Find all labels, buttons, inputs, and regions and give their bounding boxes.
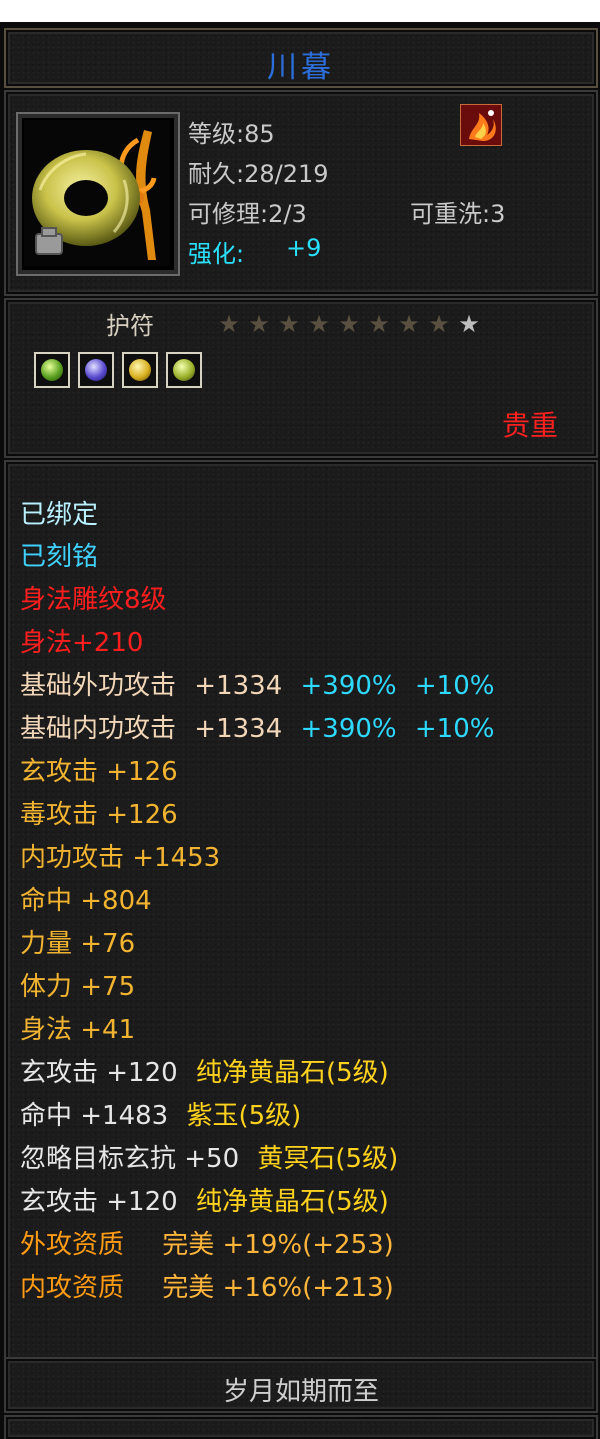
enhance-label: 强化:	[188, 240, 245, 268]
star-icon: ★	[278, 310, 300, 338]
gem-row-3: 忽略目标玄抗 +50 黄冥石(5级)	[20, 1138, 398, 1175]
ext-attack-pct: +390%	[300, 671, 397, 701]
int-quality-value: 完美 +16%(+213)	[162, 1273, 394, 1303]
bound-status: 已绑定	[20, 500, 99, 530]
star-icon: ★	[338, 310, 360, 338]
item-info-panel: 等级:85 耐久:28/219 可修理:2/3 可重洗:3 强化: +9	[4, 90, 598, 296]
inner-attack: 内功攻击 +1453	[20, 843, 221, 873]
flame-emblem-icon	[460, 104, 502, 146]
ext-quality-row: 外攻资质 完美 +19%(+253)	[20, 1224, 394, 1261]
gem-slots	[34, 352, 210, 392]
green-gem-icon[interactable]	[34, 352, 70, 388]
int-attack-pct2: +10%	[414, 714, 495, 744]
ext-quality-label: 外攻资质	[20, 1230, 125, 1260]
repair-text: 可修理:2/3	[188, 200, 307, 228]
item-type-label: 护符	[106, 312, 154, 340]
footer-panel: 岁月如期而至	[4, 1357, 598, 1413]
gem-row-1: 玄攻击 +120 纯净黄晶石(5级)	[20, 1052, 389, 1089]
attributes-panel: 已绑定 已刻铭 身法雕纹8级 身法+210 基础外功攻击 +1334 +390%…	[4, 460, 598, 1390]
engraved-status: 已刻铭	[20, 542, 99, 572]
gem1-stat: 玄攻击 +120	[20, 1058, 178, 1088]
gem4-name: 纯净黄晶石(5级)	[195, 1187, 389, 1217]
gem3-name: 黄冥石(5级)	[257, 1144, 399, 1174]
int-attack-pct: +390%	[300, 714, 397, 744]
purple-gem-icon[interactable]	[78, 352, 114, 388]
star-icon: ★	[428, 310, 450, 338]
jade-ring-amulet-icon[interactable]	[16, 112, 180, 276]
star-gem-panel: 护符 ★ ★ ★ ★ ★ ★ ★ ★ ★ 贵重	[4, 298, 598, 458]
stamina-stat: 体力 +75	[20, 972, 136, 1002]
item-flavor-text: 岁月如期而至	[222, 1377, 379, 1407]
int-quality-row: 内攻资质 完美 +16%(+213)	[20, 1267, 394, 1304]
item-tooltip: 川暮 等级:85 耐久:28/219 可修理:2/3 可重洗:3 强化: +9 …	[0, 22, 600, 1439]
star-rating: ★ ★ ★ ★ ★ ★ ★ ★ ★	[214, 310, 484, 338]
star-icon: ★	[308, 310, 330, 338]
level-text: 等级:85	[188, 120, 275, 148]
agility-stat: 身法 +41	[20, 1015, 136, 1045]
green-gem-icon[interactable]	[166, 352, 202, 388]
gem4-stat: 玄攻击 +120	[20, 1187, 178, 1217]
enhance-value: +9	[286, 234, 322, 262]
gem2-name: 紫玉(5级)	[186, 1101, 302, 1131]
carving-bonus: 身法+210	[20, 628, 144, 658]
star-icon: ★	[218, 310, 240, 338]
rewash-text: 可重洗:3	[410, 200, 506, 228]
gem-row-2: 命中 +1483 紫玉(5级)	[20, 1095, 301, 1132]
ext-attack-row: 基础外功攻击 +1334 +390% +10%	[20, 665, 494, 702]
poison-attack: 毒攻击 +126	[20, 800, 178, 830]
hit-stat: 命中 +804	[20, 886, 152, 916]
star-icon: ★	[398, 310, 420, 338]
ext-quality-value: 完美 +19%(+253)	[162, 1230, 394, 1260]
ext-attack-label: 基础外功攻击	[20, 671, 177, 701]
int-quality-label: 内攻资质	[20, 1273, 125, 1303]
star-icon: ★	[368, 310, 390, 338]
gem2-stat: 命中 +1483	[20, 1101, 169, 1131]
gem-row-4: 玄攻击 +120 纯净黄晶石(5级)	[20, 1181, 389, 1218]
star-icon: ★	[458, 310, 480, 338]
strength-stat: 力量 +76	[20, 929, 136, 959]
gem1-name: 纯净黄晶石(5级)	[195, 1058, 389, 1088]
yellow-gem-icon[interactable]	[122, 352, 158, 388]
item-title: 川暮	[267, 50, 335, 85]
int-attack-label: 基础内功攻击	[20, 714, 177, 744]
star-icon: ★	[248, 310, 270, 338]
rarity-label: 贵重	[501, 409, 558, 442]
ext-attack-pct2: +10%	[414, 671, 495, 701]
gem3-stat: 忽略目标玄抗 +50	[20, 1144, 240, 1174]
int-attack-value: +1334	[194, 714, 283, 744]
bottom-panel	[4, 1415, 598, 1439]
durability-text: 耐久:28/219	[188, 160, 329, 188]
mystic-attack: 玄攻击 +126	[20, 757, 178, 787]
int-attack-row: 基础内功攻击 +1334 +390% +10%	[20, 708, 494, 745]
title-bar: 川暮	[4, 28, 598, 88]
carving-level: 身法雕纹8级	[20, 585, 167, 615]
ext-attack-value: +1334	[194, 671, 283, 701]
